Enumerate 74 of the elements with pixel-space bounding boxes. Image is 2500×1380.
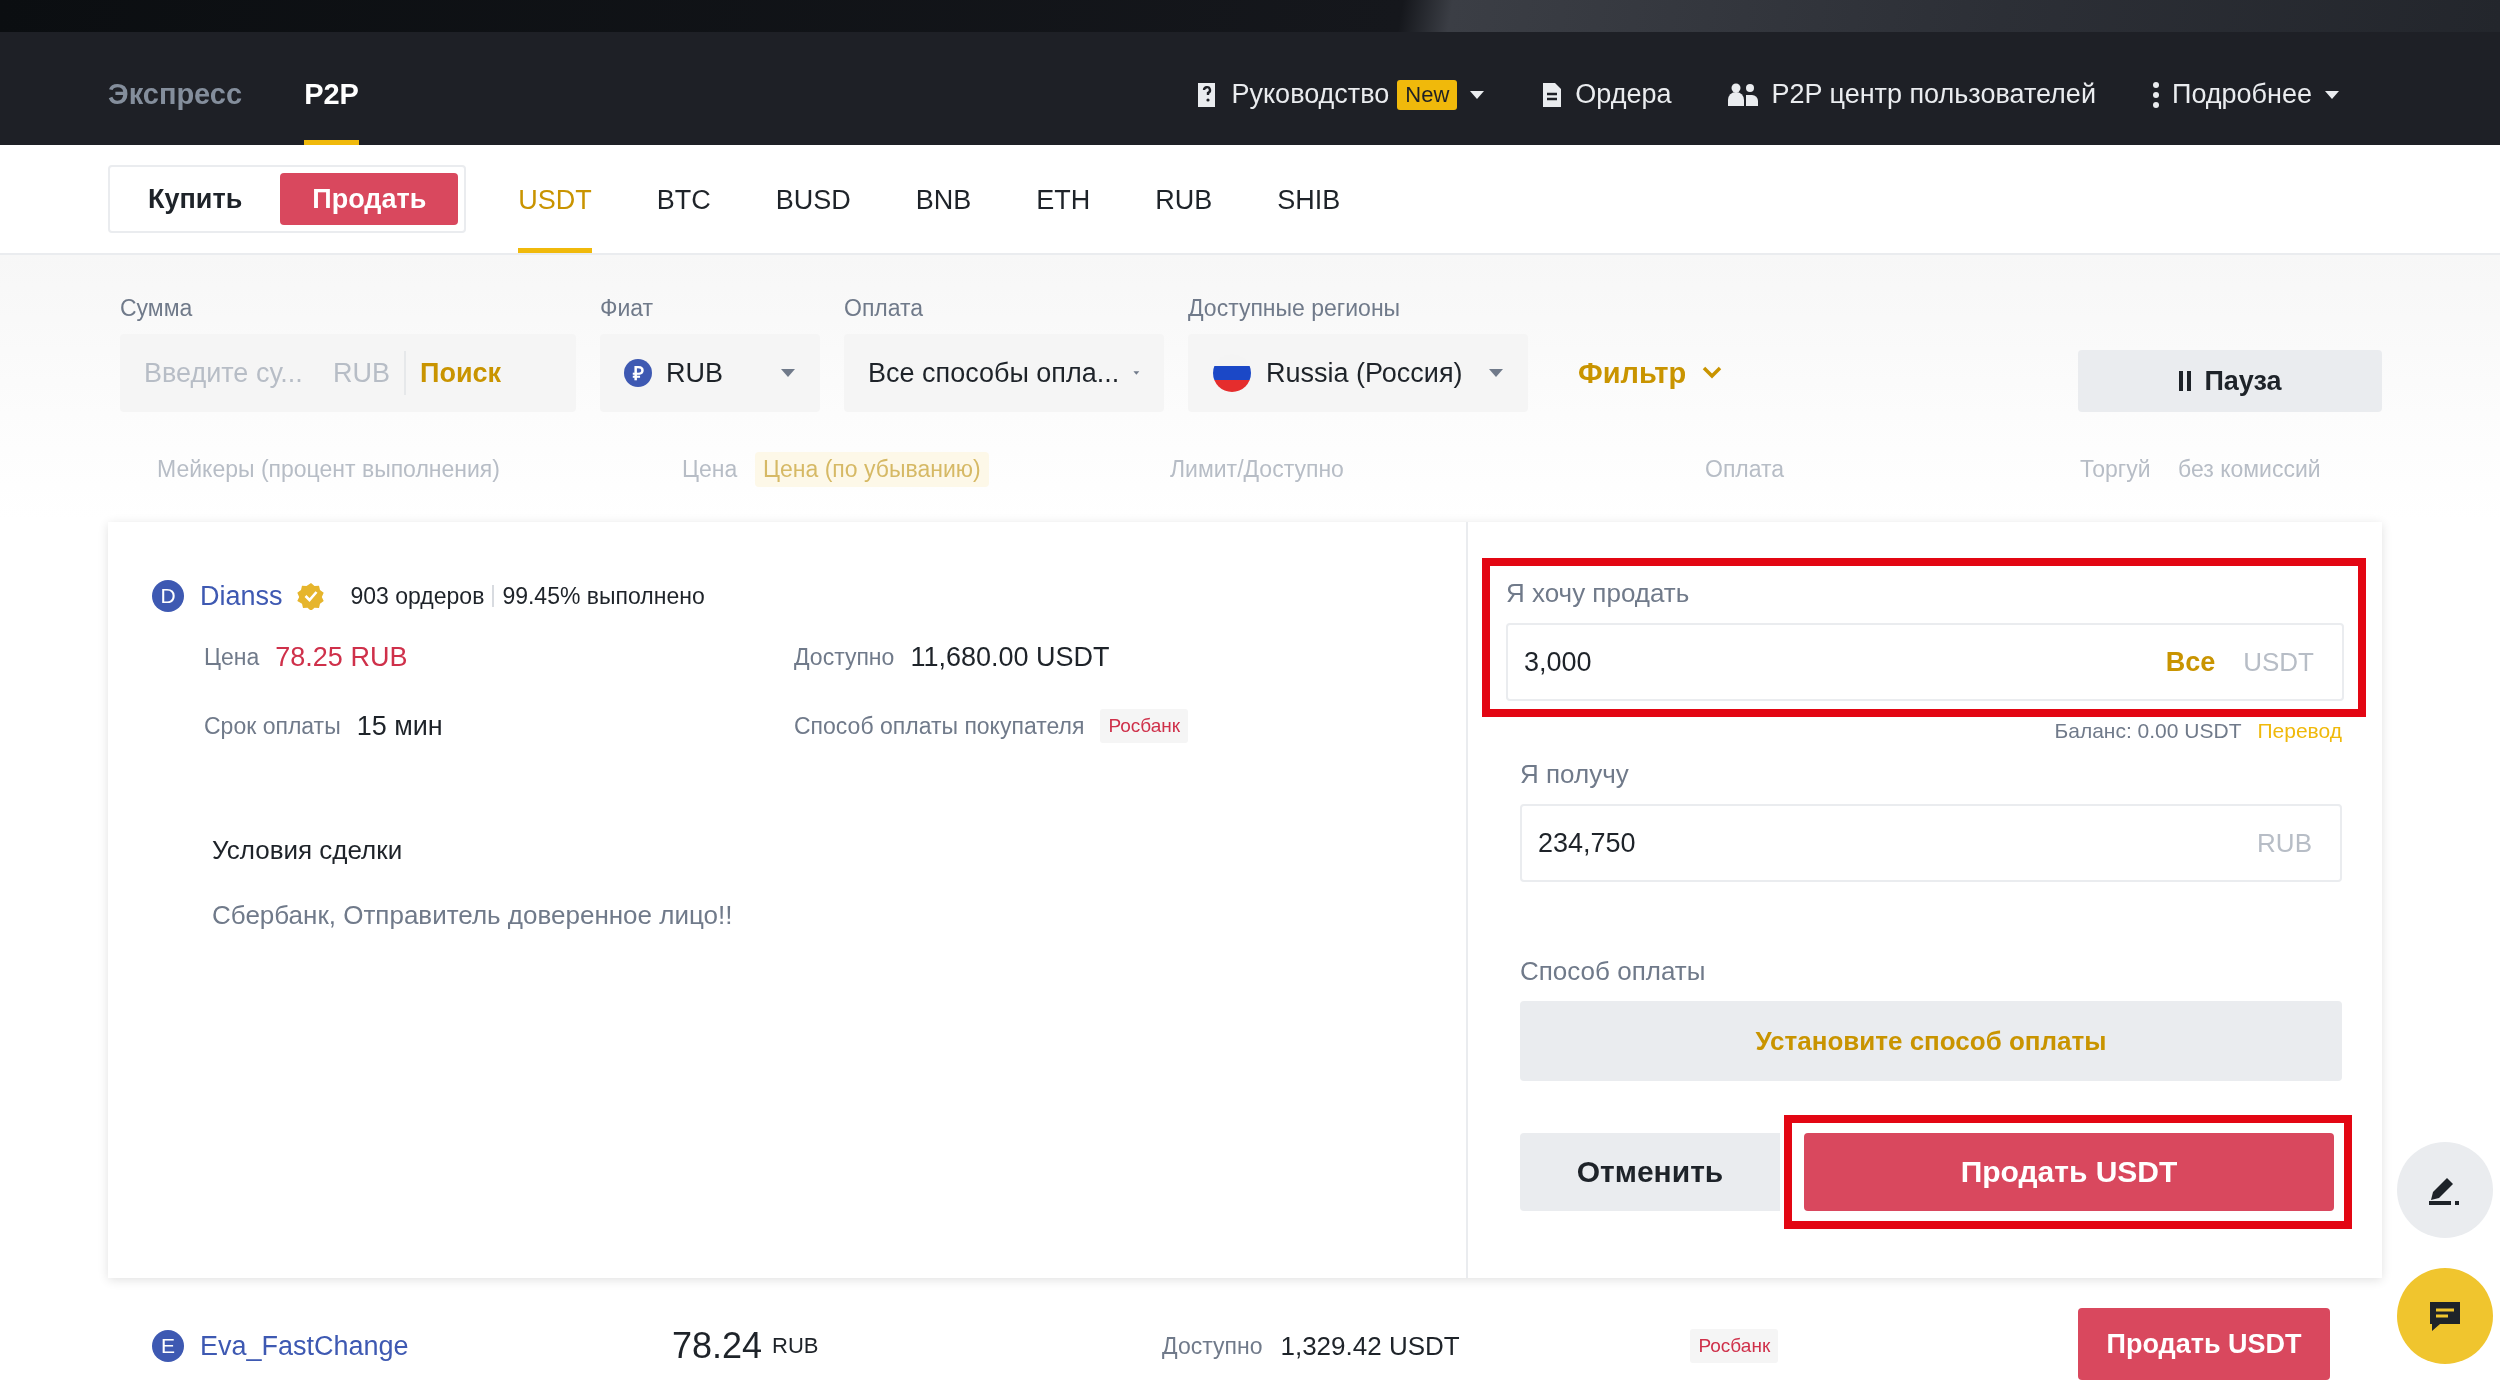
nav-tab[interactable]: Экспресс <box>108 44 243 145</box>
sell-button[interactable]: Продать USDT <box>2078 1308 2330 1380</box>
caret-icon <box>1488 368 1504 378</box>
caret-icon <box>780 368 796 378</box>
fiat-dropdown[interactable]: ₽ RUB <box>600 334 820 412</box>
balance-text: Баланс: 0.00 USDT <box>2054 719 2242 743</box>
sell-button[interactable]: Продать USDT <box>1804 1133 2334 1211</box>
field-label: Я хочу продать <box>1506 578 1691 609</box>
avatar: D <box>152 580 184 612</box>
nav-link[interactable]: Ордера <box>1541 44 1672 145</box>
users-icon <box>1727 81 1760 108</box>
merchant-name-link[interactable]: Dianss <box>200 580 283 612</box>
terms-text: Сбербанк, Отправитель доверенное лицо!! <box>212 900 734 931</box>
column-header: Лимит/Доступно <box>1170 456 1344 482</box>
completion-rate: 99.45% выполнено <box>502 582 705 610</box>
nav-tab[interactable]: P2P <box>304 44 359 145</box>
orders-count: 903 ордеров <box>350 582 485 610</box>
nav-link[interactable]: Подробнее <box>2151 44 2340 145</box>
field-label: Сумма <box>120 295 194 322</box>
field-label: Доступные регионы <box>1188 295 1402 322</box>
available-value: 11,680.00 USDT <box>910 642 1110 673</box>
payment-method-tag: Росбанк <box>1100 709 1189 743</box>
terms-title: Условия сделки <box>212 835 404 866</box>
currency-label: USDT <box>2243 646 2314 678</box>
trade-side-button[interactable]: Продать <box>280 173 459 225</box>
currency-icon: ₽ <box>624 359 652 387</box>
detail-label: Способ оплаты покупателя <box>794 712 1085 740</box>
currency-label: RUB <box>2257 827 2312 859</box>
nav-link[interactable]: Руководство New <box>1195 44 1486 145</box>
region-dropdown[interactable]: Russia (Россия) <box>1188 334 1528 412</box>
column-header: Оплата <box>1705 456 1785 482</box>
field-label: Оплата <box>844 295 925 322</box>
pause-button[interactable]: Пауза <box>2078 350 2382 412</box>
column-header: Торгуй <box>2080 456 2151 482</box>
asset-tab[interactable]: BUSD <box>775 145 851 253</box>
more-icon <box>2151 80 2160 109</box>
payment-term-value: 15 мин <box>356 710 443 742</box>
payment-dropdown[interactable]: Все способы опла... <box>844 334 1164 412</box>
asset-tab[interactable]: BTC <box>656 145 711 253</box>
field-label: Способ оплаты <box>1520 956 1707 987</box>
avatar: E <box>152 1330 184 1362</box>
nav-link[interactable]: P2P центр пользователей <box>1727 44 2096 145</box>
column-header: Мейкеры (процент выполнения) <box>157 456 500 482</box>
price-value: 78.24 <box>672 1325 763 1367</box>
detail-label: Цена <box>204 644 260 671</box>
cancel-button[interactable]: Отменить <box>1520 1133 1780 1211</box>
amount-input[interactable]: Введите су... <box>144 357 319 389</box>
column-header: Цена <box>682 456 738 482</box>
detail-label: Доступно <box>1162 1332 1263 1360</box>
field-label: Фиат <box>600 295 655 322</box>
currency-label: RUB <box>772 1333 820 1359</box>
column-header: без комиссий <box>2178 456 2321 482</box>
amount-input[interactable]: 234,750 <box>1538 827 2230 859</box>
asset-tab[interactable]: ETH <box>1036 145 1091 253</box>
chat-icon <box>2428 1300 2462 1332</box>
detail-label: Доступно <box>794 644 895 671</box>
asset-tab[interactable]: RUB <box>1155 145 1213 253</box>
merchant-name-link[interactable]: Eva_FastChange <box>200 1330 672 1362</box>
currency-label: RUB <box>333 357 390 389</box>
chevron-down-icon <box>1702 366 1723 380</box>
asset-tab[interactable]: BNB <box>915 145 972 253</box>
payment-method-tag: Росбанк <box>1690 1329 1779 1363</box>
new-badge: New <box>1397 79 1458 110</box>
price-value: 78.25 RUB <box>275 642 408 673</box>
document-icon <box>1541 81 1564 108</box>
detail-label: Срок оплаты <box>204 712 341 740</box>
field-label: Я получу <box>1520 759 1630 790</box>
available-value: 1,329.42 USDT <box>1280 1330 1461 1362</box>
amount-input[interactable]: 3,000 <box>1524 646 2138 678</box>
caret-icon <box>1133 368 1140 378</box>
sell-amount-field[interactable]: 3,000 Все USDT <box>1506 623 2344 701</box>
pause-icon <box>2178 371 2193 391</box>
asset-tab[interactable]: SHIB <box>1277 145 1341 253</box>
receive-amount-field[interactable]: 234,750 RUB <box>1520 804 2342 882</box>
